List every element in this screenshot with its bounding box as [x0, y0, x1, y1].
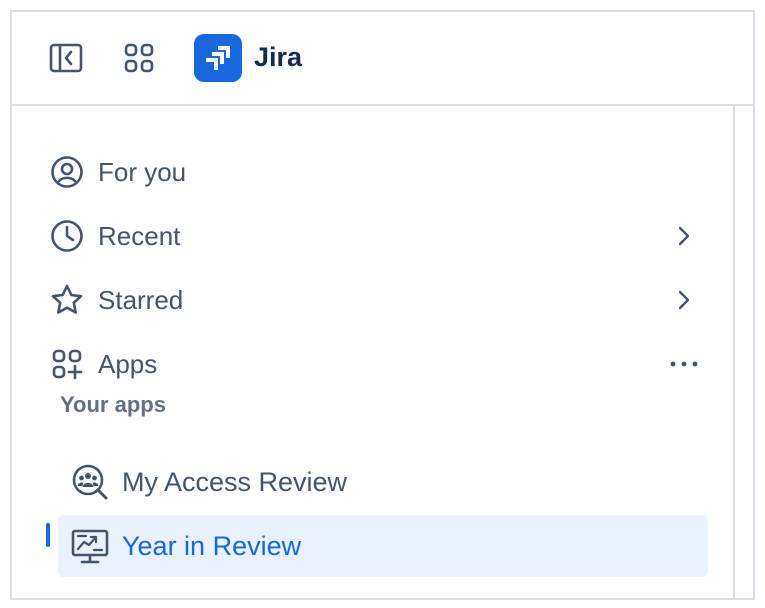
sidebar-item-starred[interactable]: Starred	[40, 272, 710, 328]
selected-indicator	[46, 523, 50, 547]
chevron-right-icon[interactable]	[668, 220, 700, 252]
your-apps-heading: Your apps	[60, 392, 166, 417]
access-review-icon	[70, 462, 110, 502]
sidebar-item-label: For you	[98, 156, 187, 187]
jira-logo-icon	[206, 46, 230, 70]
sidebar-item-for-you[interactable]: For you	[40, 144, 710, 200]
star-icon	[50, 283, 84, 317]
sidebar-collapse-icon	[49, 43, 83, 73]
app-item-year-in-review[interactable]: Year in Review	[58, 515, 708, 577]
app-item-label: Year in Review	[122, 530, 302, 561]
app-item-my-access-review[interactable]: My Access Review	[58, 451, 708, 513]
sidebar-item-recent[interactable]: Recent	[40, 208, 710, 264]
app-switcher-icon	[124, 43, 154, 73]
scrollbar-track[interactable]	[733, 106, 735, 600]
apps-add-icon	[50, 347, 84, 381]
person-circle-icon	[50, 155, 84, 189]
sidebar-item-apps[interactable]: Apps	[40, 336, 710, 392]
sidebar-header: Jira	[12, 12, 753, 106]
year-review-icon	[70, 526, 110, 566]
sidebar-item-label: Starred	[98, 284, 184, 315]
collapse-sidebar-button[interactable]	[46, 38, 86, 78]
app-switcher-button[interactable]	[119, 38, 159, 78]
jira-logo[interactable]	[194, 34, 242, 82]
more-icon[interactable]	[668, 348, 700, 380]
product-name[interactable]: Jira	[254, 42, 302, 73]
sidebar-item-label: Recent	[98, 220, 181, 251]
sidebar-item-label: Apps	[98, 348, 158, 379]
clock-icon	[50, 219, 84, 253]
app-item-label: My Access Review	[122, 466, 348, 497]
chevron-right-icon[interactable]	[668, 284, 700, 316]
